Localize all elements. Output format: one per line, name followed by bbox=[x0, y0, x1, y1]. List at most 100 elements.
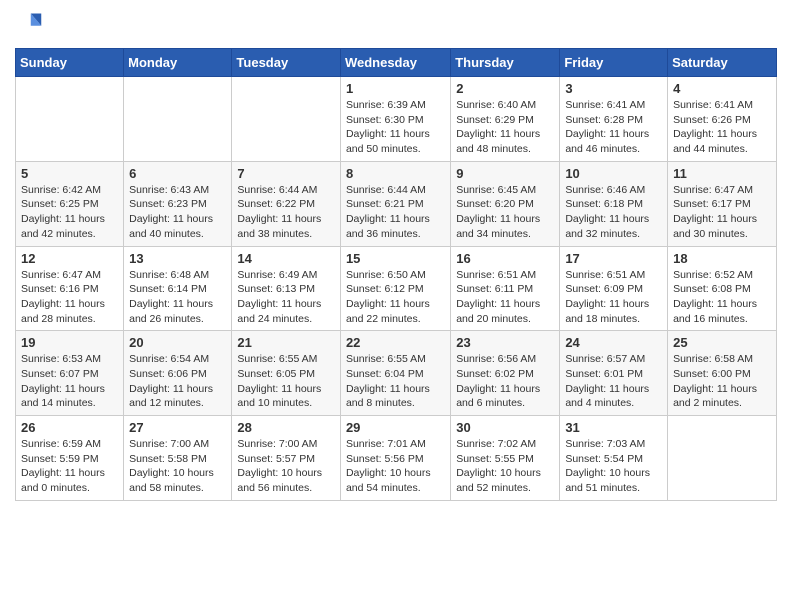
day-number: 20 bbox=[129, 335, 226, 350]
day-number: 28 bbox=[237, 420, 335, 435]
calendar-cell: 22 Sunrise: 6:55 AM Sunset: 6:04 PM Dayli… bbox=[340, 331, 450, 416]
day-number: 21 bbox=[237, 335, 335, 350]
day-info: Sunrise: 7:00 AM Sunset: 5:57 PM Dayligh… bbox=[237, 437, 335, 496]
calendar-cell: 2 Sunrise: 6:40 AM Sunset: 6:29 PM Daylig… bbox=[451, 77, 560, 162]
day-info: Sunrise: 6:46 AM Sunset: 6:18 PM Dayligh… bbox=[565, 183, 662, 242]
day-info: Sunrise: 6:42 AM Sunset: 6:25 PM Dayligh… bbox=[21, 183, 118, 242]
calendar-cell: 5 Sunrise: 6:42 AM Sunset: 6:25 PM Daylig… bbox=[16, 161, 124, 246]
day-number: 5 bbox=[21, 166, 118, 181]
calendar-cell bbox=[124, 77, 232, 162]
calendar-cell: 18 Sunrise: 6:52 AM Sunset: 6:08 PM Dayli… bbox=[668, 246, 777, 331]
col-header-friday: Friday bbox=[560, 49, 668, 77]
day-info: Sunrise: 6:50 AM Sunset: 6:12 PM Dayligh… bbox=[346, 268, 445, 327]
day-info: Sunrise: 6:47 AM Sunset: 6:16 PM Dayligh… bbox=[21, 268, 118, 327]
day-info: Sunrise: 6:59 AM Sunset: 5:59 PM Dayligh… bbox=[21, 437, 118, 496]
day-number: 13 bbox=[129, 251, 226, 266]
day-info: Sunrise: 6:44 AM Sunset: 6:22 PM Dayligh… bbox=[237, 183, 335, 242]
calendar-cell: 1 Sunrise: 6:39 AM Sunset: 6:30 PM Daylig… bbox=[340, 77, 450, 162]
day-number: 11 bbox=[673, 166, 771, 181]
day-number: 8 bbox=[346, 166, 445, 181]
col-header-sunday: Sunday bbox=[16, 49, 124, 77]
calendar-cell: 30 Sunrise: 7:02 AM Sunset: 5:55 PM Dayli… bbox=[451, 416, 560, 501]
col-header-wednesday: Wednesday bbox=[340, 49, 450, 77]
day-info: Sunrise: 6:55 AM Sunset: 6:04 PM Dayligh… bbox=[346, 352, 445, 411]
day-number: 23 bbox=[456, 335, 554, 350]
calendar-cell bbox=[16, 77, 124, 162]
day-number: 1 bbox=[346, 81, 445, 96]
day-number: 9 bbox=[456, 166, 554, 181]
calendar-week-4: 19Sunrise: 6:53 AM Sunset: 6:07 PM Dayli… bbox=[16, 331, 777, 416]
day-info: Sunrise: 6:39 AM Sunset: 6:30 PM Dayligh… bbox=[346, 98, 445, 157]
calendar-cell: 11 Sunrise: 6:47 AM Sunset: 6:17 PM Dayli… bbox=[668, 161, 777, 246]
day-info: Sunrise: 6:41 AM Sunset: 6:28 PM Dayligh… bbox=[565, 98, 662, 157]
day-info: Sunrise: 6:40 AM Sunset: 6:29 PM Dayligh… bbox=[456, 98, 554, 157]
calendar-cell: 19Sunrise: 6:53 AM Sunset: 6:07 PM Dayli… bbox=[16, 331, 124, 416]
col-header-monday: Monday bbox=[124, 49, 232, 77]
day-info: Sunrise: 6:45 AM Sunset: 6:20 PM Dayligh… bbox=[456, 183, 554, 242]
calendar-cell bbox=[668, 416, 777, 501]
calendar-week-3: 12 Sunrise: 6:47 AM Sunset: 6:16 PM Dayli… bbox=[16, 246, 777, 331]
day-info: Sunrise: 6:44 AM Sunset: 6:21 PM Dayligh… bbox=[346, 183, 445, 242]
day-info: Sunrise: 6:51 AM Sunset: 6:09 PM Dayligh… bbox=[565, 268, 662, 327]
day-number: 22 bbox=[346, 335, 445, 350]
calendar-cell: 14 Sunrise: 6:49 AM Sunset: 6:13 PM Dayli… bbox=[232, 246, 341, 331]
calendar-week-5: 26 Sunrise: 6:59 AM Sunset: 5:59 PM Dayli… bbox=[16, 416, 777, 501]
calendar-table: SundayMondayTuesdayWednesdayThursdayFrid… bbox=[15, 48, 777, 501]
calendar-cell: 23 Sunrise: 6:56 AM Sunset: 6:02 PM Dayli… bbox=[451, 331, 560, 416]
calendar-cell: 20 Sunrise: 6:54 AM Sunset: 6:06 PM Dayli… bbox=[124, 331, 232, 416]
calendar-cell: 21 Sunrise: 6:55 AM Sunset: 6:05 PM Dayli… bbox=[232, 331, 341, 416]
day-number: 30 bbox=[456, 420, 554, 435]
day-number: 31 bbox=[565, 420, 662, 435]
day-info: Sunrise: 6:41 AM Sunset: 6:26 PM Dayligh… bbox=[673, 98, 771, 157]
day-info: Sunrise: 6:55 AM Sunset: 6:05 PM Dayligh… bbox=[237, 352, 335, 411]
day-info: Sunrise: 6:47 AM Sunset: 6:17 PM Dayligh… bbox=[673, 183, 771, 242]
day-info: Sunrise: 6:54 AM Sunset: 6:06 PM Dayligh… bbox=[129, 352, 226, 411]
day-number: 15 bbox=[346, 251, 445, 266]
col-header-thursday: Thursday bbox=[451, 49, 560, 77]
calendar-header-row: SundayMondayTuesdayWednesdayThursdayFrid… bbox=[16, 49, 777, 77]
day-info: Sunrise: 6:43 AM Sunset: 6:23 PM Dayligh… bbox=[129, 183, 226, 242]
calendar-week-2: 5 Sunrise: 6:42 AM Sunset: 6:25 PM Daylig… bbox=[16, 161, 777, 246]
day-number: 6 bbox=[129, 166, 226, 181]
calendar-cell: 3 Sunrise: 6:41 AM Sunset: 6:28 PM Daylig… bbox=[560, 77, 668, 162]
day-number: 16 bbox=[456, 251, 554, 266]
day-number: 17 bbox=[565, 251, 662, 266]
calendar-cell: 8 Sunrise: 6:44 AM Sunset: 6:21 PM Daylig… bbox=[340, 161, 450, 246]
day-number: 3 bbox=[565, 81, 662, 96]
col-header-tuesday: Tuesday bbox=[232, 49, 341, 77]
day-info: Sunrise: 6:52 AM Sunset: 6:08 PM Dayligh… bbox=[673, 268, 771, 327]
day-number: 29 bbox=[346, 420, 445, 435]
calendar-cell: 16 Sunrise: 6:51 AM Sunset: 6:11 PM Dayli… bbox=[451, 246, 560, 331]
day-info: Sunrise: 6:58 AM Sunset: 6:00 PM Dayligh… bbox=[673, 352, 771, 411]
calendar-cell bbox=[232, 77, 341, 162]
calendar-week-1: 1 Sunrise: 6:39 AM Sunset: 6:30 PM Daylig… bbox=[16, 77, 777, 162]
calendar-cell: 13Sunrise: 6:48 AM Sunset: 6:14 PM Dayli… bbox=[124, 246, 232, 331]
calendar-cell: 9 Sunrise: 6:45 AM Sunset: 6:20 PM Daylig… bbox=[451, 161, 560, 246]
day-number: 12 bbox=[21, 251, 118, 266]
day-number: 14 bbox=[237, 251, 335, 266]
day-number: 27 bbox=[129, 420, 226, 435]
calendar-cell: 31 Sunrise: 7:03 AM Sunset: 5:54 PM Dayli… bbox=[560, 416, 668, 501]
day-number: 7 bbox=[237, 166, 335, 181]
day-info: Sunrise: 6:51 AM Sunset: 6:11 PM Dayligh… bbox=[456, 268, 554, 327]
day-number: 18 bbox=[673, 251, 771, 266]
calendar-cell: 27 Sunrise: 7:00 AM Sunset: 5:58 PM Dayli… bbox=[124, 416, 232, 501]
day-info: Sunrise: 6:56 AM Sunset: 6:02 PM Dayligh… bbox=[456, 352, 554, 411]
day-number: 19 bbox=[21, 335, 118, 350]
day-info: Sunrise: 7:02 AM Sunset: 5:55 PM Dayligh… bbox=[456, 437, 554, 496]
day-info: Sunrise: 7:01 AM Sunset: 5:56 PM Dayligh… bbox=[346, 437, 445, 496]
day-info: Sunrise: 6:49 AM Sunset: 6:13 PM Dayligh… bbox=[237, 268, 335, 327]
day-info: Sunrise: 7:03 AM Sunset: 5:54 PM Dayligh… bbox=[565, 437, 662, 496]
calendar-cell: 29 Sunrise: 7:01 AM Sunset: 5:56 PM Dayli… bbox=[340, 416, 450, 501]
calendar-cell: 17 Sunrise: 6:51 AM Sunset: 6:09 PM Dayli… bbox=[560, 246, 668, 331]
calendar-cell: 10 Sunrise: 6:46 AM Sunset: 6:18 PM Dayli… bbox=[560, 161, 668, 246]
calendar-cell: 4Sunrise: 6:41 AM Sunset: 6:26 PM Daylig… bbox=[668, 77, 777, 162]
day-number: 26 bbox=[21, 420, 118, 435]
col-header-saturday: Saturday bbox=[668, 49, 777, 77]
calendar-cell: 25Sunrise: 6:58 AM Sunset: 6:00 PM Dayli… bbox=[668, 331, 777, 416]
logo-icon bbox=[15, 10, 43, 38]
logo bbox=[15, 10, 47, 38]
day-number: 2 bbox=[456, 81, 554, 96]
day-number: 10 bbox=[565, 166, 662, 181]
day-info: Sunrise: 7:00 AM Sunset: 5:58 PM Dayligh… bbox=[129, 437, 226, 496]
